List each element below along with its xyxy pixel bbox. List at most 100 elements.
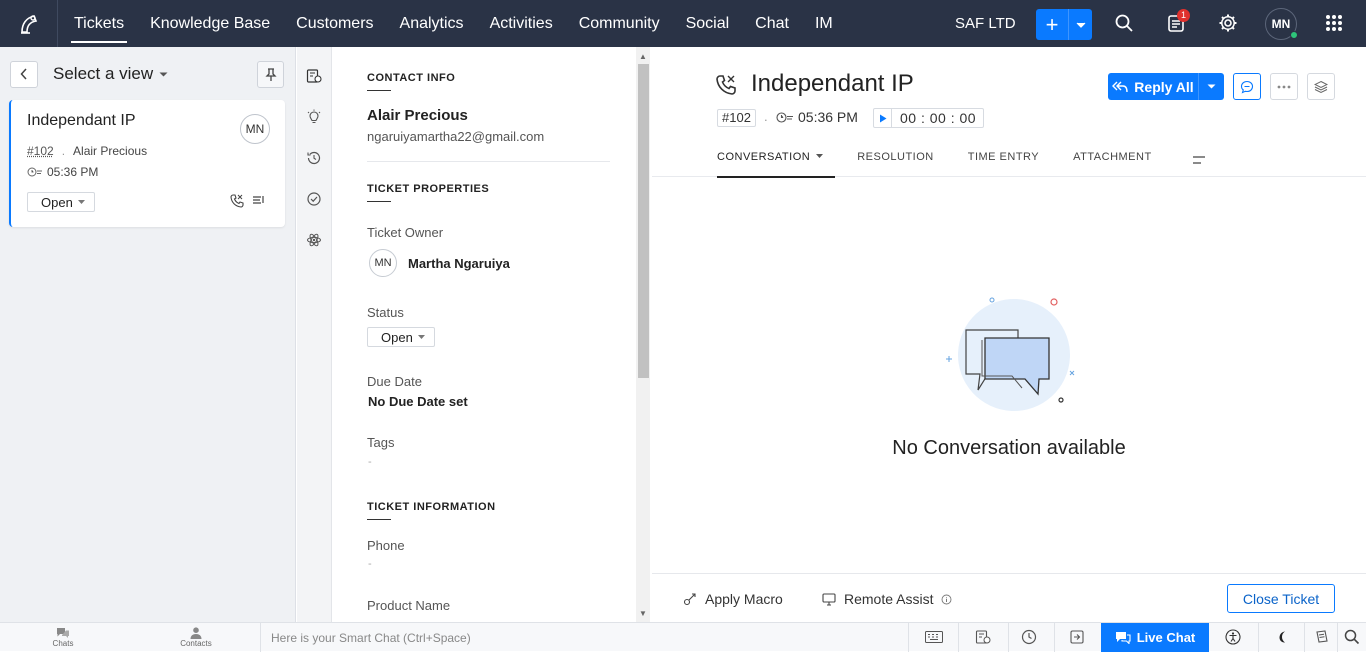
nav-im[interactable]: IM bbox=[802, 0, 846, 47]
tab-conversation-label: CONVERSATION bbox=[717, 151, 810, 163]
tags-label: Tags bbox=[367, 435, 394, 450]
ticket-time-value: 05:36 PM bbox=[798, 109, 858, 125]
phone-value[interactable]: - bbox=[368, 558, 372, 570]
nav-tickets[interactable]: Tickets bbox=[61, 0, 137, 47]
scroll-down-arrow-icon[interactable]: ▼ bbox=[639, 609, 647, 618]
smart-chat-input[interactable]: Here is your Smart Chat (Ctrl+Space) bbox=[271, 631, 471, 645]
ticket-owner-label: Ticket Owner bbox=[367, 225, 443, 240]
ticket-number[interactable]: #102 bbox=[717, 109, 756, 127]
ticket-title[interactable]: Independant IP bbox=[751, 70, 914, 98]
scroll-up-arrow-icon[interactable]: ▲ bbox=[639, 52, 647, 61]
layers-icon[interactable] bbox=[1307, 73, 1335, 100]
tags-value[interactable]: - bbox=[368, 456, 372, 468]
dark-mode-moon-icon[interactable] bbox=[1274, 628, 1292, 646]
pin-icon[interactable] bbox=[257, 61, 284, 88]
info-icon[interactable] bbox=[941, 594, 952, 605]
play-timer-icon[interactable] bbox=[874, 109, 892, 127]
search-icon[interactable] bbox=[1343, 628, 1361, 646]
tab-resolution[interactable]: RESOLUTION bbox=[857, 151, 934, 177]
properties-scrollbar-thumb[interactable] bbox=[638, 64, 649, 378]
activities-check-icon[interactable] bbox=[304, 189, 324, 209]
nav-social[interactable]: Social bbox=[673, 0, 743, 47]
search-icon[interactable] bbox=[1112, 11, 1136, 35]
time-icon[interactable] bbox=[1020, 628, 1038, 646]
ticket-card-number[interactable]: #102 bbox=[27, 144, 54, 158]
zia-atom-icon[interactable] bbox=[304, 230, 324, 250]
tab-conversation[interactable]: CONVERSATION bbox=[717, 151, 823, 177]
time-tracker[interactable]: 00 : 00 : 00 bbox=[873, 108, 984, 128]
ticket-owner-value[interactable]: Martha Ngaruiya bbox=[408, 256, 510, 271]
contacts-button[interactable]: Contacts bbox=[168, 623, 224, 652]
reply-all-main[interactable]: Reply All bbox=[1108, 73, 1199, 100]
accessibility-icon[interactable] bbox=[1224, 628, 1242, 646]
chevron-down-icon bbox=[159, 72, 168, 77]
reply-options-chevron-icon[interactable] bbox=[1199, 73, 1224, 100]
suggestions-bulb-icon[interactable] bbox=[304, 107, 324, 127]
reply-all-label: Reply All bbox=[1134, 79, 1193, 95]
tab-menu-icon[interactable] bbox=[1192, 155, 1206, 165]
phone-channel-icon bbox=[715, 74, 737, 96]
nav-customers[interactable]: Customers bbox=[283, 0, 386, 47]
chevron-down-icon bbox=[816, 154, 823, 158]
ticket-add-icon[interactable] bbox=[974, 628, 992, 646]
apply-macro-button[interactable]: Apply Macro bbox=[683, 591, 783, 607]
live-chat-button[interactable]: Live Chat bbox=[1101, 623, 1209, 652]
tab-attachment[interactable]: ATTACHMENT bbox=[1073, 151, 1152, 177]
tab-time-entry[interactable]: TIME ENTRY bbox=[968, 151, 1039, 177]
nav-community[interactable]: Community bbox=[566, 0, 673, 47]
empty-conversation-message: No Conversation available bbox=[652, 437, 1366, 460]
contact-name[interactable]: Alair Precious bbox=[367, 107, 468, 124]
nav-analytics[interactable]: Analytics bbox=[387, 0, 477, 47]
monitor-icon bbox=[822, 593, 836, 606]
back-button[interactable] bbox=[10, 61, 38, 88]
phone-icon bbox=[230, 194, 244, 208]
live-chat-label: Live Chat bbox=[1137, 630, 1196, 645]
ticket-card-contact[interactable]: Alair Precious bbox=[73, 144, 147, 158]
view-selector[interactable]: Select a view bbox=[53, 64, 168, 84]
chevron-down-icon[interactable] bbox=[1069, 9, 1092, 40]
ticket-properties-icon[interactable] bbox=[304, 66, 324, 86]
remote-assist-button[interactable]: Remote Assist bbox=[822, 591, 952, 607]
due-date-value[interactable]: No Due Date set bbox=[368, 394, 468, 409]
reply-all-icon bbox=[1112, 81, 1128, 93]
phone-label: Phone bbox=[367, 538, 405, 553]
divider bbox=[908, 623, 909, 652]
top-navigation-bar: Tickets Knowledge Base Customers Analyti… bbox=[0, 0, 1366, 47]
add-new-button[interactable]: + bbox=[1036, 9, 1092, 40]
ticket-card[interactable]: Independant IP MN #102 . Alair Precious … bbox=[9, 100, 285, 227]
main-nav: Tickets Knowledge Base Customers Analyti… bbox=[58, 0, 846, 47]
meta-separator: . bbox=[62, 144, 65, 158]
keyboard-icon[interactable] bbox=[925, 628, 943, 646]
divider bbox=[1304, 623, 1305, 652]
divider bbox=[958, 623, 959, 652]
chevron-down-icon bbox=[78, 200, 85, 204]
app-logo-icon[interactable] bbox=[0, 0, 57, 47]
plus-icon[interactable]: + bbox=[1036, 9, 1069, 40]
status-select[interactable]: Open bbox=[367, 327, 435, 347]
nav-chat[interactable]: Chat bbox=[742, 0, 802, 47]
settings-gear-icon[interactable] bbox=[1216, 11, 1240, 35]
chats-icon bbox=[55, 627, 71, 639]
nav-knowledge-base[interactable]: Knowledge Base bbox=[137, 0, 283, 47]
chats-button[interactable]: Chats bbox=[35, 623, 91, 652]
chats-label: Chats bbox=[53, 639, 74, 648]
history-icon[interactable] bbox=[304, 148, 324, 168]
app-grid-icon[interactable] bbox=[1322, 11, 1346, 35]
ticket-created-time: 05:36 PM bbox=[776, 109, 858, 125]
comment-icon[interactable] bbox=[1233, 73, 1261, 100]
contact-email[interactable]: ngaruiyamartha22@gmail.com bbox=[367, 129, 544, 144]
notification-badge: 1 bbox=[1177, 9, 1190, 22]
share-screen-icon[interactable] bbox=[1068, 628, 1086, 646]
close-ticket-button[interactable]: Close Ticket bbox=[1227, 584, 1335, 613]
organization-name[interactable]: SAF LTD bbox=[955, 0, 1016, 47]
more-options-icon[interactable] bbox=[1270, 73, 1298, 100]
reply-all-button[interactable]: Reply All bbox=[1108, 73, 1224, 100]
ticket-card-status-select[interactable]: Open bbox=[27, 192, 95, 212]
contacts-label: Contacts bbox=[180, 639, 212, 648]
ticket-card-title[interactable]: Independant IP bbox=[27, 112, 136, 130]
ticket-card-status-value: Open bbox=[41, 195, 73, 210]
nav-activities[interactable]: Activities bbox=[477, 0, 566, 47]
notes-icon[interactable] bbox=[1313, 628, 1331, 646]
ticket-card-time: 05:36 PM bbox=[27, 165, 98, 179]
status-label: Status bbox=[367, 305, 404, 320]
